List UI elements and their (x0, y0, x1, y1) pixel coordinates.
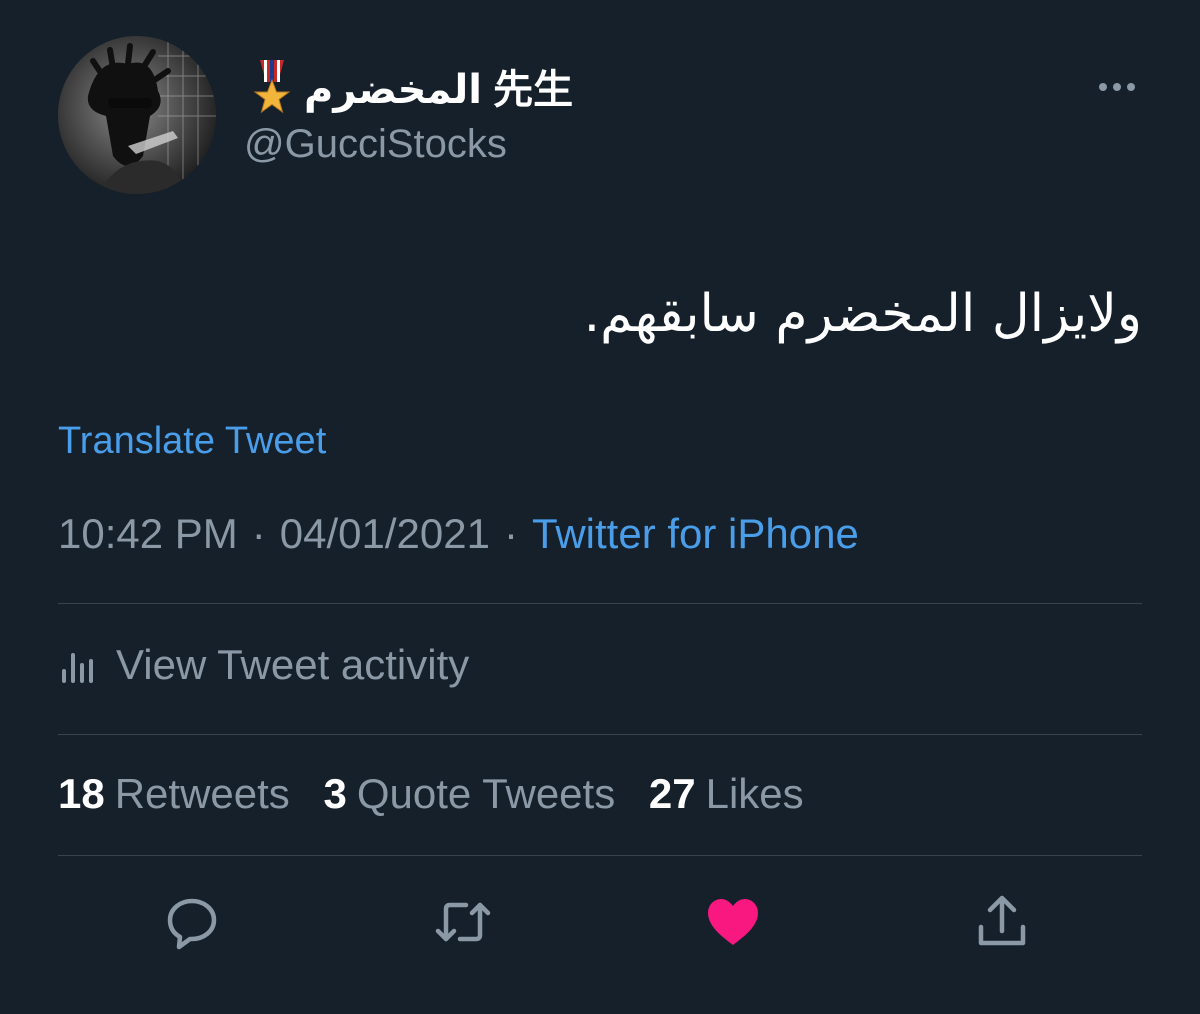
view-tweet-activity-label: View Tweet activity (116, 641, 470, 688)
divider (58, 855, 1142, 856)
avatar-image (58, 36, 216, 194)
quote-tweets-count: 3 (323, 770, 347, 817)
tweet-text: ولايزال المخضرم سابقهم. (583, 284, 1142, 344)
display-name-text: المخضرم 先生 (304, 68, 574, 112)
more-icon-dot (1113, 83, 1121, 91)
share-button[interactable] (972, 892, 1032, 952)
quote-tweets-label: Quote Tweets (356, 770, 616, 817)
avatar[interactable] (58, 36, 216, 194)
meta-separator: · (251, 510, 266, 557)
likes-label: Likes (705, 770, 804, 817)
retweets-label: Retweets (114, 770, 290, 817)
retweets-count: 18 (58, 770, 105, 817)
tweet-date: 04/01/2021 (279, 510, 490, 557)
translate-tweet-link[interactable]: Translate Tweet (58, 420, 326, 463)
retweet-icon (435, 902, 491, 942)
bar-chart-icon (62, 653, 93, 683)
quote-tweets-stat[interactable]: 3 Quote Tweets (323, 770, 615, 817)
tweet-meta: 10:42 PM · 04/01/2021 · Twitter for iPhone (58, 510, 859, 558)
tweet-time: 10:42 PM (58, 510, 238, 557)
divider (58, 603, 1142, 604)
more-icon (1099, 83, 1107, 91)
like-button[interactable] (703, 892, 763, 952)
likes-stat[interactable]: 27 Likes (649, 770, 804, 817)
heart-icon (708, 899, 758, 945)
tweet-source-link[interactable]: Twitter for iPhone (532, 510, 859, 557)
retweet-button[interactable] (433, 892, 493, 952)
likes-count: 27 (648, 770, 696, 817)
more-icon-dot (1127, 83, 1135, 91)
reply-button[interactable] (162, 892, 222, 952)
reply-icon (167, 898, 217, 950)
divider (58, 734, 1142, 735)
meta-separator: · (504, 510, 518, 557)
share-icon (978, 895, 1026, 946)
view-tweet-activity-button[interactable]: View Tweet activity (58, 636, 469, 694)
tweet-stats: 18 Retweets 3 Quote Tweets 27 Likes (58, 770, 826, 818)
display-name[interactable]: المخضرم 先生 (250, 58, 573, 114)
more-options-button[interactable] (1092, 72, 1142, 102)
retweets-stat[interactable]: 18 Retweets (58, 770, 290, 817)
username[interactable]: @GucciStocks (244, 122, 507, 167)
medal-icon (253, 60, 291, 114)
